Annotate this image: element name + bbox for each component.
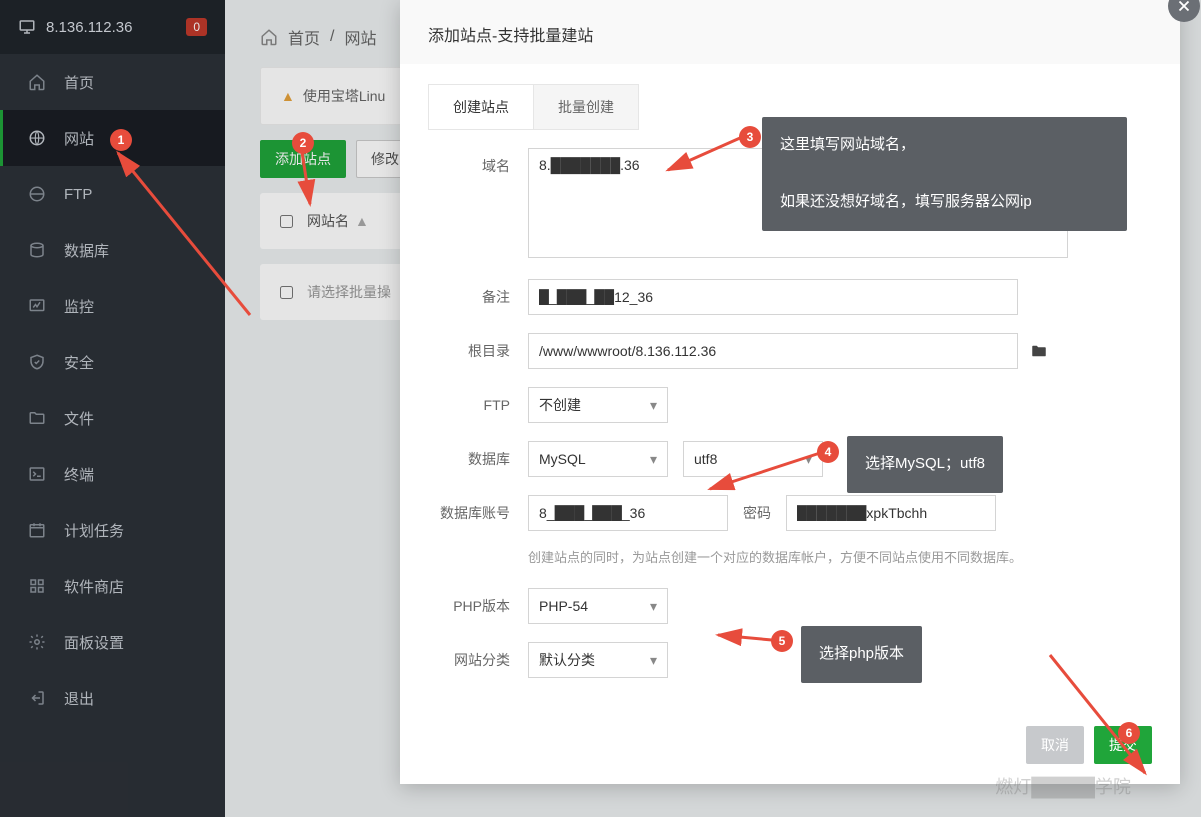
annotation-badge-6: 6 bbox=[1118, 722, 1140, 744]
category-select[interactable]: 默认分类 ▾ bbox=[528, 642, 668, 678]
label-password: 密码 bbox=[743, 503, 771, 523]
annotation-badge-3: 3 bbox=[739, 126, 761, 148]
label-root: 根目录 bbox=[428, 341, 528, 361]
database-type-select[interactable]: MySQL ▾ bbox=[528, 441, 668, 477]
annotation-badge-4: 4 bbox=[817, 441, 839, 463]
chevron-down-icon: ▾ bbox=[650, 652, 657, 669]
php-version-select[interactable]: PHP-54 ▾ bbox=[528, 588, 668, 624]
chevron-down-icon: ▾ bbox=[650, 451, 657, 468]
cancel-button[interactable]: 取消 bbox=[1026, 726, 1084, 764]
db-account-input[interactable] bbox=[528, 495, 728, 531]
ftp-select[interactable]: 不创建 ▾ bbox=[528, 387, 668, 423]
root-input[interactable] bbox=[528, 333, 1018, 369]
category-value: 默认分类 bbox=[539, 650, 595, 670]
browse-folder-icon[interactable] bbox=[1030, 342, 1048, 360]
tab-batch-create[interactable]: 批量创建 bbox=[534, 85, 638, 129]
label-domain: 域名 bbox=[428, 148, 528, 176]
label-php: PHP版本 bbox=[428, 596, 528, 616]
close-icon bbox=[1175, 0, 1193, 15]
label-ftp: FTP bbox=[428, 397, 528, 413]
ftp-value: 不创建 bbox=[539, 395, 581, 415]
chevron-down-icon: ▾ bbox=[650, 598, 657, 615]
annotation-badge-5: 5 bbox=[771, 630, 793, 652]
chevron-down-icon: ▾ bbox=[805, 451, 812, 468]
row-php: PHP版本 PHP-54 ▾ bbox=[428, 588, 1152, 624]
row-ftp: FTP 不创建 ▾ bbox=[428, 387, 1152, 423]
label-category: 网站分类 bbox=[428, 650, 528, 670]
row-db-account: 数据库账号 密码 bbox=[428, 495, 1152, 531]
database-charset-value: utf8 bbox=[694, 451, 717, 467]
dialog-tabs: 创建站点 批量创建 bbox=[428, 84, 639, 130]
label-database: 数据库 bbox=[428, 449, 528, 469]
database-type-value: MySQL bbox=[539, 451, 586, 467]
db-password-input[interactable] bbox=[786, 495, 996, 531]
label-db-account: 数据库账号 bbox=[428, 503, 528, 523]
annotation-tip-5: 选择php版本 bbox=[801, 626, 922, 683]
chevron-down-icon: ▾ bbox=[650, 397, 657, 414]
annotation-badge-2: 2 bbox=[292, 132, 314, 154]
row-remark: 备注 bbox=[428, 279, 1152, 315]
php-version-value: PHP-54 bbox=[539, 598, 588, 614]
remark-input[interactable] bbox=[528, 279, 1018, 315]
label-remark: 备注 bbox=[428, 287, 528, 307]
row-root: 根目录 bbox=[428, 333, 1152, 369]
row-database: 数据库 MySQL ▾ utf8 ▾ bbox=[428, 441, 1152, 477]
dialog-title: 添加站点-支持批量建站 bbox=[400, 0, 1180, 64]
db-hint: 创建站点的同时，为站点创建一个对应的数据库帐户，方便不同站点使用不同数据库。 bbox=[528, 547, 1022, 566]
annotation-tip-4: 选择MySQL；utf8 bbox=[847, 436, 1003, 493]
tab-create-site[interactable]: 创建站点 bbox=[429, 85, 534, 129]
database-charset-select[interactable]: utf8 ▾ bbox=[683, 441, 823, 477]
annotation-tip-3: 这里填写网站域名， 如果还没想好域名，填写服务器公网ip bbox=[762, 117, 1127, 231]
watermark: 燃灯█████学院 bbox=[995, 773, 1131, 799]
annotation-badge-1: 1 bbox=[110, 129, 132, 151]
